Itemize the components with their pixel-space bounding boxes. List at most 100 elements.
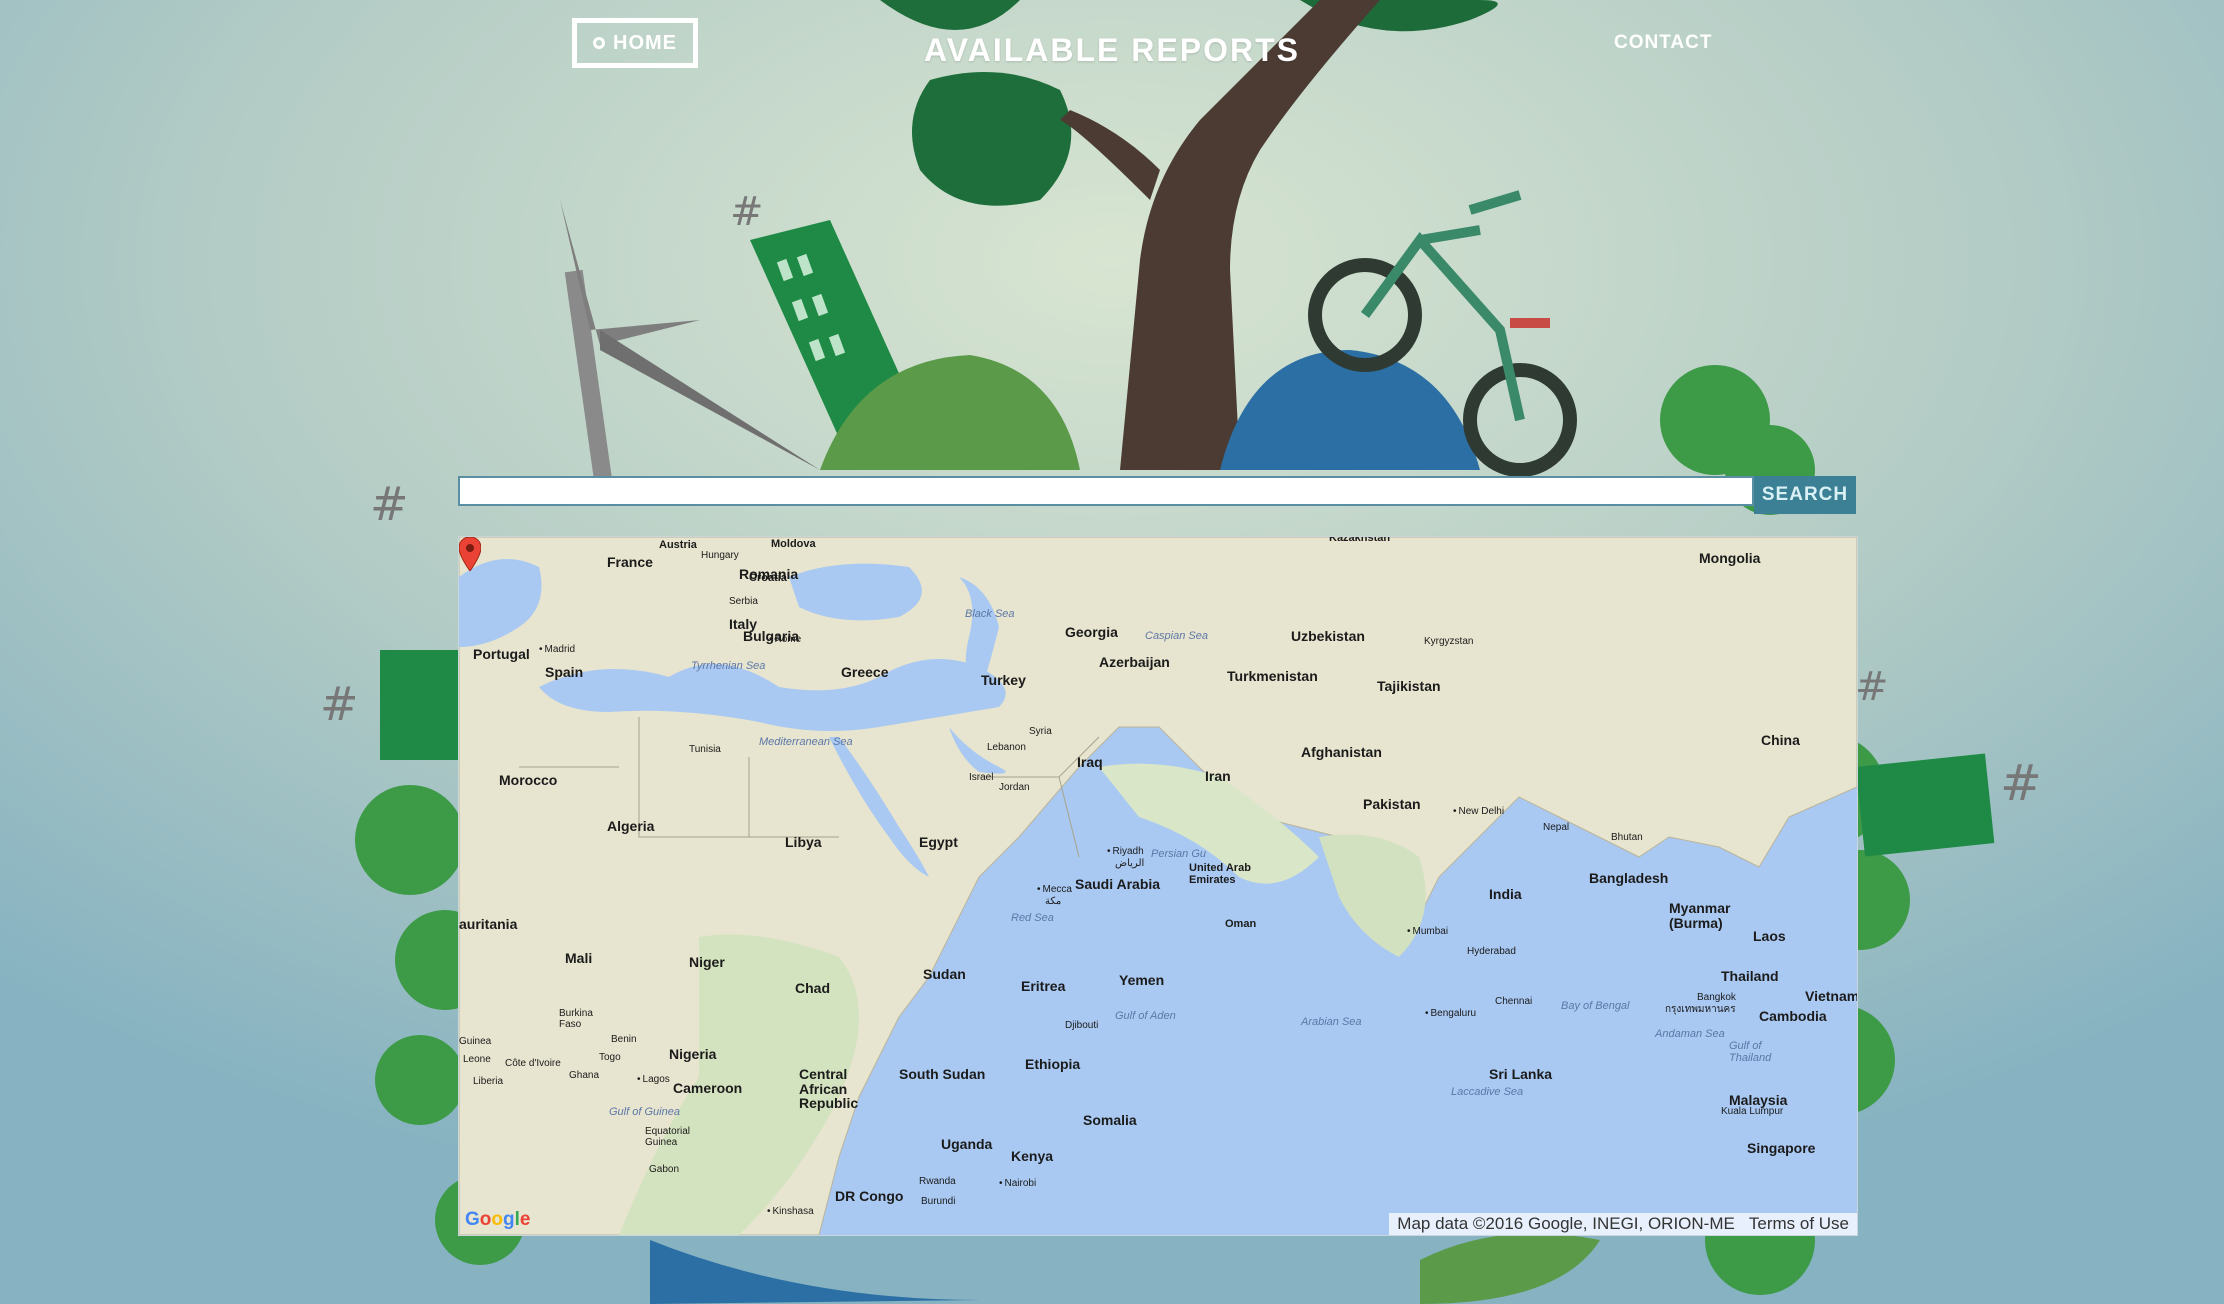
map-label: Côte d'Ivoire bbox=[505, 1058, 561, 1069]
sea-label: Red Sea bbox=[1011, 912, 1054, 924]
map-label: Mecca bbox=[1037, 884, 1072, 896]
map-label: Saudi Arabia bbox=[1075, 876, 1161, 892]
sea-label: Andaman Sea bbox=[1655, 1028, 1725, 1040]
map-label: Bangladesh bbox=[1589, 870, 1669, 886]
sea-label: Caspian Sea bbox=[1145, 630, 1208, 642]
terms-of-use-link[interactable]: Terms of Use bbox=[1749, 1214, 1849, 1234]
map-label: Nairobi bbox=[999, 1178, 1037, 1190]
map-label: Spain bbox=[545, 664, 584, 680]
svg-text:#: # bbox=[2000, 754, 2042, 812]
map-label: Syria bbox=[1029, 726, 1052, 737]
map-label: Morocco bbox=[499, 772, 558, 788]
map-label: China bbox=[1761, 732, 1800, 748]
map-label: Sudan bbox=[923, 966, 966, 982]
map-label: Kenya bbox=[1011, 1148, 1054, 1164]
map-label: Mongolia bbox=[1699, 550, 1761, 566]
search-input[interactable] bbox=[458, 476, 1754, 506]
map-label: Portugal bbox=[473, 646, 530, 662]
map-label: Turkey bbox=[981, 672, 1026, 688]
map-label: Bengaluru bbox=[1425, 1008, 1477, 1020]
map-label: Uzbekistan bbox=[1291, 628, 1365, 644]
map-label: Ethiopia bbox=[1025, 1056, 1081, 1072]
map-label: Kinshasa bbox=[767, 1206, 814, 1218]
map-label: Myanmar (Burma) bbox=[1669, 900, 1731, 931]
map-label: Nepal bbox=[1543, 822, 1570, 833]
map-label: Kuala Lumpur bbox=[1721, 1106, 1784, 1117]
map-label: Bangkok bbox=[1697, 992, 1736, 1003]
sea-label: Mediterranean Sea bbox=[759, 736, 853, 748]
map-label: الرياض bbox=[1115, 858, 1145, 869]
svg-text:#: # bbox=[370, 477, 409, 531]
map-label: India bbox=[1489, 886, 1522, 902]
map-label: Sri Lanka bbox=[1489, 1066, 1553, 1082]
map-label: Burkina Faso bbox=[559, 1008, 593, 1030]
map-label: Tajikistan bbox=[1377, 678, 1441, 694]
map-label: Lebanon bbox=[987, 742, 1026, 753]
map-label: Eritrea bbox=[1021, 978, 1066, 994]
sea-label: Gulf of Thailand bbox=[1729, 1040, 1772, 1064]
map-label: Vietnam bbox=[1805, 988, 1858, 1004]
map-label: Pakistan bbox=[1363, 796, 1421, 812]
map-label: Thailand bbox=[1721, 968, 1779, 984]
map-data-credit: Map data ©2016 Google, INEGI, ORION-ME bbox=[1397, 1214, 1735, 1233]
map-label: Central African Republic bbox=[799, 1066, 859, 1112]
map-label: Cambodia bbox=[1759, 1008, 1827, 1024]
map-label: DR Congo bbox=[835, 1188, 904, 1204]
sea-label: Tyrrhenian Sea bbox=[691, 660, 766, 672]
map-label: Madrid bbox=[539, 644, 576, 656]
map-label: Egypt bbox=[919, 834, 958, 850]
map-label: Equatorial Guinea bbox=[645, 1126, 691, 1148]
sea-label: Gulf of Guinea bbox=[609, 1106, 680, 1118]
map-label: Laos bbox=[1753, 928, 1786, 944]
svg-text:#: # bbox=[320, 677, 359, 731]
svg-text:#: # bbox=[1855, 664, 1889, 710]
map-label: Bhutan bbox=[1611, 832, 1643, 843]
sea-label: Black Sea bbox=[965, 608, 1015, 620]
map-label: Libya bbox=[785, 834, 822, 850]
map-label: New Delhi bbox=[1453, 806, 1505, 818]
google-logo[interactable]: Google bbox=[465, 1209, 530, 1231]
map-view[interactable]: Austria Moldova Hungary Romania France C… bbox=[458, 536, 1858, 1236]
map-label: Burundi bbox=[921, 1196, 956, 1207]
map-label: Moldova bbox=[771, 538, 816, 550]
map-label: Kazakhstan bbox=[1329, 536, 1391, 544]
map-pin-icon[interactable] bbox=[459, 537, 481, 571]
map-label: Singapore bbox=[1747, 1140, 1816, 1156]
map-label: Uganda bbox=[941, 1136, 993, 1152]
map-label: France bbox=[607, 554, 653, 570]
sea-label: Bay of Bengal bbox=[1561, 1000, 1630, 1012]
map-label: Cameroon bbox=[673, 1080, 743, 1096]
map-attribution: Map data ©2016 Google, INEGI, ORION-ME T… bbox=[1389, 1213, 1857, 1235]
map-label: Israel bbox=[969, 772, 994, 783]
map-label: Hyderabad bbox=[1467, 946, 1516, 957]
map-label: Togo bbox=[599, 1052, 621, 1063]
map-label: مكة bbox=[1045, 896, 1062, 907]
map-label: Riyadh bbox=[1107, 846, 1144, 858]
map-label: Azerbaijan bbox=[1099, 654, 1170, 670]
map-label: Djibouti bbox=[1065, 1020, 1099, 1031]
sea-label: Laccadive Sea bbox=[1451, 1086, 1524, 1098]
map-label: Turkmenistan bbox=[1227, 668, 1318, 684]
page-title: AVAILABLE REPORTS bbox=[924, 32, 1300, 68]
map-label: Nigeria bbox=[669, 1046, 717, 1062]
svg-text:#: # bbox=[730, 189, 764, 235]
map-label: Greece bbox=[841, 664, 889, 680]
map-label: Gabon bbox=[649, 1164, 680, 1175]
map-label: Serbia bbox=[729, 596, 758, 607]
contact-link[interactable]: CONTACT bbox=[1614, 32, 1712, 54]
map-label: Rwanda bbox=[919, 1176, 956, 1187]
map-label: Niger bbox=[689, 954, 725, 970]
map-label: Benin bbox=[611, 1034, 637, 1045]
map-label: Guinea bbox=[459, 1036, 492, 1047]
map-label: Algeria bbox=[607, 818, 655, 834]
map-label: Leone bbox=[463, 1054, 491, 1065]
map-label: Oman bbox=[1225, 918, 1257, 930]
map-label: Austria bbox=[659, 539, 697, 551]
map-label: กรุงเทพมหานคร bbox=[1665, 1004, 1736, 1015]
map-label: Somalia bbox=[1083, 1112, 1137, 1128]
map-label: Kyrgyzstan bbox=[1424, 636, 1474, 647]
sea-label: Arabian Sea bbox=[1301, 1016, 1362, 1028]
map-label: United Arab Emirates bbox=[1189, 862, 1251, 886]
search-button[interactable]: SEARCH bbox=[1754, 476, 1856, 514]
sea-label: Persian Gu bbox=[1151, 848, 1207, 860]
